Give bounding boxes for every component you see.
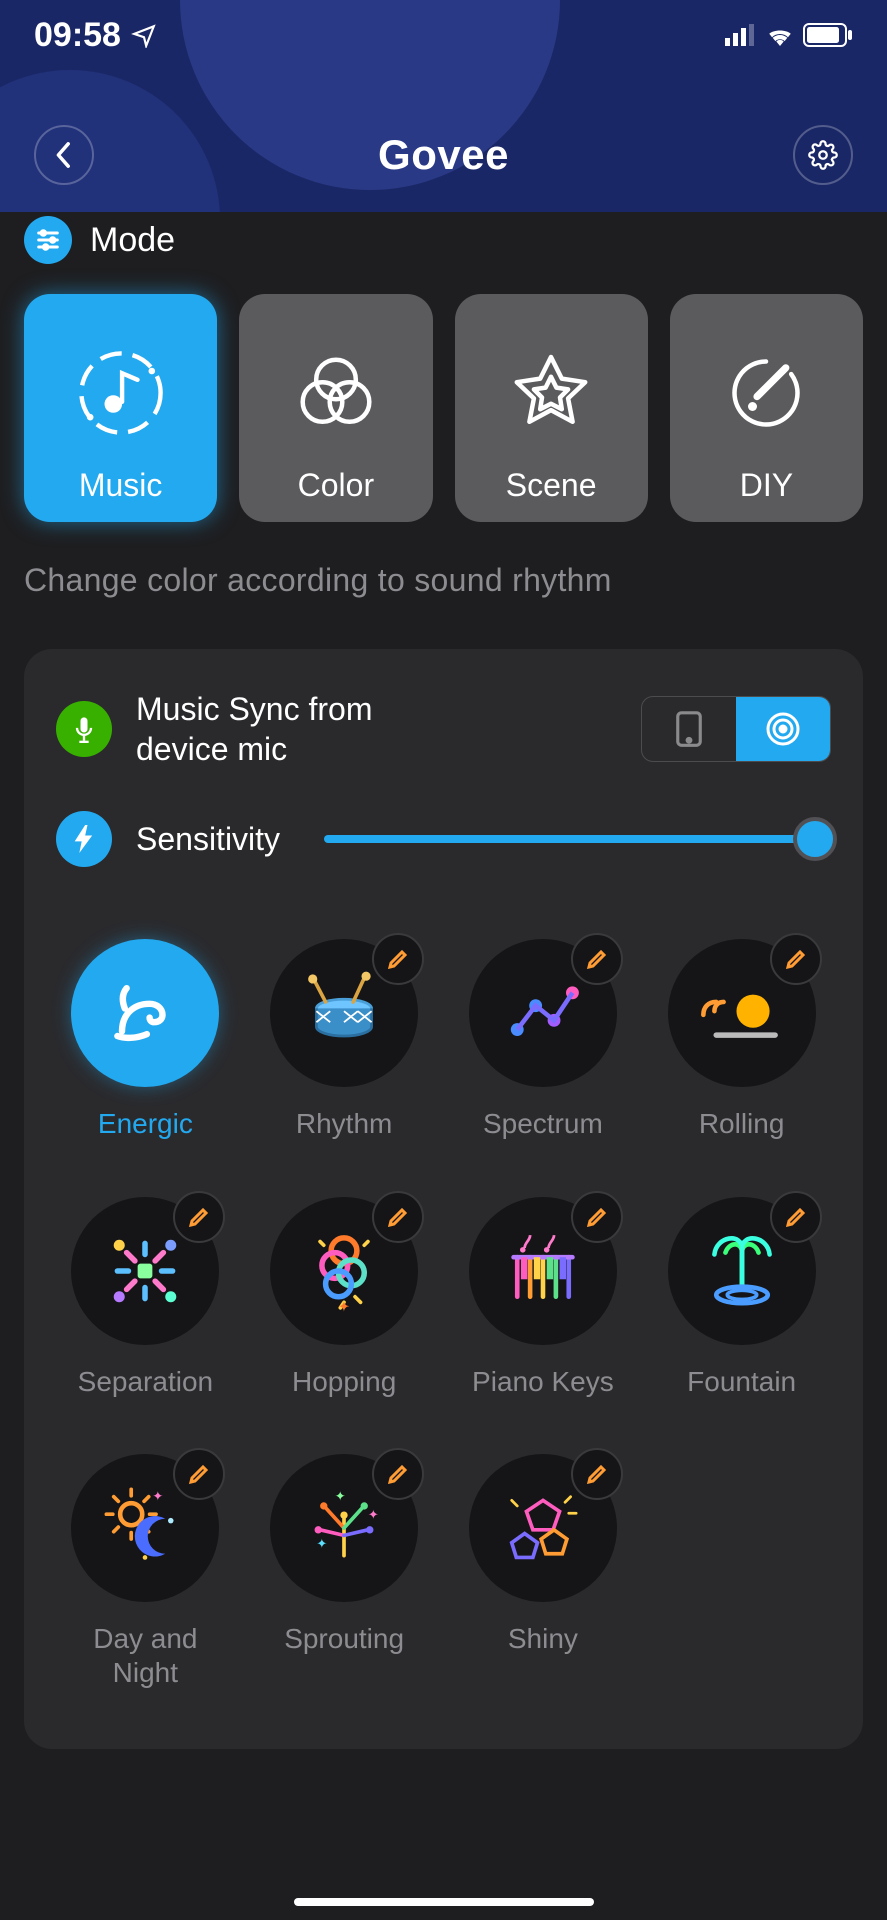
sensitivity-label: Sensitivity — [136, 819, 280, 859]
mode-grid: Music Color Scene DIY — [24, 294, 863, 522]
effect-piano-keys[interactable]: Piano Keys — [454, 1197, 633, 1399]
signal-icon — [725, 24, 757, 46]
drum-icon — [270, 939, 418, 1087]
bolt-icon — [56, 811, 112, 867]
effect-spectrum[interactable]: Spectrum — [454, 939, 633, 1141]
svg-text:✦: ✦ — [317, 1536, 328, 1551]
edit-icon[interactable] — [173, 1448, 225, 1500]
chevron-left-icon — [54, 141, 74, 169]
back-button[interactable] — [34, 125, 94, 185]
mode-label: Music — [79, 467, 163, 504]
effect-label: Fountain — [687, 1365, 796, 1399]
mode-section-title: Mode — [90, 221, 175, 260]
mode-tagline: Change color according to sound rhythm — [24, 562, 863, 599]
mode-section-header: Mode — [24, 216, 863, 264]
effect-energic[interactable]: Energic — [56, 939, 235, 1141]
mode-card-color[interactable]: Color — [239, 294, 432, 522]
music-settings-panel: Music Sync from device mic Sensitivity — [24, 649, 863, 1749]
brand-logo: Govee — [378, 131, 509, 179]
edit-icon[interactable] — [173, 1191, 225, 1243]
svg-text:✦: ✦ — [338, 1299, 350, 1315]
svg-text:✦: ✦ — [153, 1489, 164, 1504]
edit-icon[interactable] — [770, 933, 822, 985]
svg-text:✦: ✦ — [335, 1489, 346, 1504]
spectrum-icon — [469, 939, 617, 1087]
effect-rhythm[interactable]: Rhythm — [255, 939, 434, 1141]
edit-icon[interactable] — [372, 1191, 424, 1243]
effect-label: Separation — [78, 1365, 213, 1399]
target-icon — [765, 711, 801, 747]
source-device[interactable] — [736, 697, 830, 761]
settings-button[interactable] — [793, 125, 853, 185]
shiny-icon — [469, 1454, 617, 1602]
sensitivity-slider[interactable] — [324, 819, 831, 859]
edit-icon[interactable] — [372, 933, 424, 985]
source-toggle[interactable] — [641, 696, 831, 762]
slider-track — [324, 835, 831, 843]
effect-label: Energic — [98, 1107, 193, 1141]
mic-icon — [56, 701, 112, 757]
hopping-icon: ✦ — [270, 1197, 418, 1345]
daynight-icon: ✦ — [71, 1454, 219, 1602]
source-phone[interactable] — [642, 697, 736, 761]
mode-label: Scene — [506, 467, 597, 504]
effect-label: Piano Keys — [472, 1365, 614, 1399]
effect-day-and-night[interactable]: ✦ Day andNight — [56, 1454, 235, 1689]
home-indicator[interactable] — [294, 1898, 594, 1906]
brand-text: Govee — [378, 131, 509, 179]
mode-label: Color — [298, 467, 374, 504]
scene-icon — [506, 318, 596, 467]
mode-card-diy[interactable]: DIY — [670, 294, 863, 522]
effect-label: Rhythm — [296, 1107, 392, 1141]
flex-icon — [71, 939, 219, 1087]
color-icon — [291, 318, 381, 467]
battery-icon — [803, 23, 853, 47]
svg-text:✦: ✦ — [368, 1507, 379, 1522]
sliders-icon — [24, 216, 72, 264]
rolling-icon — [668, 939, 816, 1087]
effect-label: Rolling — [699, 1107, 785, 1141]
wifi-icon — [765, 24, 795, 46]
effect-label: Day andNight — [93, 1622, 197, 1689]
separation-icon — [71, 1197, 219, 1345]
gear-icon — [808, 140, 838, 170]
effect-sprouting[interactable]: ✦ ✦ ✦ Sprouting — [255, 1454, 434, 1689]
sync-label: Music Sync from device mic — [136, 689, 372, 769]
effect-hopping[interactable]: ✦ Hopping — [255, 1197, 434, 1399]
effect-separation[interactable]: Separation — [56, 1197, 235, 1399]
status-bar: 09:58 — [0, 0, 887, 70]
effect-rolling[interactable]: Rolling — [652, 939, 831, 1141]
effect-label: Hopping — [292, 1365, 396, 1399]
edit-icon[interactable] — [571, 1448, 623, 1500]
location-icon — [131, 22, 157, 48]
nav-bar: Govee — [0, 110, 887, 200]
sync-line2: device mic — [136, 729, 372, 769]
edit-icon[interactable] — [372, 1448, 424, 1500]
effects-grid: Energic Rhythm Spectrum Rolling Separation ✦ H… — [56, 939, 831, 1689]
edit-icon[interactable] — [571, 1191, 623, 1243]
effect-shiny[interactable]: Shiny — [454, 1454, 633, 1689]
sync-line1: Music Sync from — [136, 689, 372, 729]
mode-label: DIY — [740, 467, 793, 504]
edit-icon[interactable] — [571, 933, 623, 985]
diy-icon — [721, 318, 811, 467]
effect-fountain[interactable]: Fountain — [652, 1197, 831, 1399]
effect-label: Shiny — [508, 1622, 578, 1656]
effect-label: Spectrum — [483, 1107, 603, 1141]
phone-icon — [674, 710, 704, 748]
piano-icon — [469, 1197, 617, 1345]
edit-icon[interactable] — [770, 1191, 822, 1243]
sprouting-icon: ✦ ✦ ✦ — [270, 1454, 418, 1602]
music-icon — [66, 318, 176, 467]
status-time: 09:58 — [34, 16, 157, 55]
effect-label: Sprouting — [284, 1622, 404, 1656]
mode-card-music[interactable]: Music — [24, 294, 217, 522]
slider-thumb[interactable] — [793, 817, 837, 861]
fountain-icon — [668, 1197, 816, 1345]
mode-card-scene[interactable]: Scene — [455, 294, 648, 522]
clock-text: 09:58 — [34, 16, 121, 55]
